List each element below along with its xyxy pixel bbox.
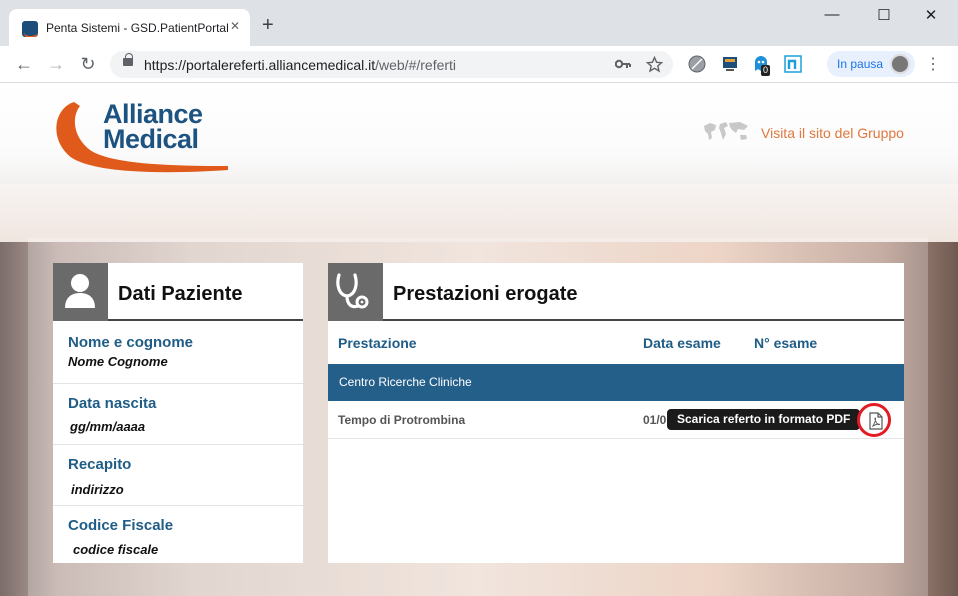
field-value: gg/mm/aaaa (70, 419, 146, 434)
stethoscope-icon (336, 273, 369, 309)
field-value: Nome Cognome (68, 354, 168, 369)
cell-service: Tempo di Protrombina (338, 413, 466, 427)
pdf-file-icon (869, 412, 883, 430)
alliance-medical-logo[interactable]: Alliance Medical (103, 101, 203, 154)
forward-button[interactable]: → (45, 53, 67, 75)
minimize-button[interactable]: — (817, 6, 847, 23)
user-icon-box (53, 263, 108, 321)
address-bar[interactable]: https://portalereferti.alliancemedical.i… (110, 51, 673, 78)
column-header-number[interactable]: N° esame (754, 335, 817, 351)
extension-badge: 0 (761, 65, 771, 76)
lock-icon[interactable] (123, 53, 133, 66)
column-header-service[interactable]: Prestazione (338, 335, 417, 351)
column-header-date[interactable]: Data esame (643, 335, 721, 351)
browser-titlebar: Penta Sistemi - GSD.PatientPortal ✕ + — … (0, 0, 958, 46)
field-label: Recapito (68, 456, 132, 473)
services-panel-title: Prestazioni erogate (393, 283, 578, 305)
visit-group-link[interactable]: Visita il sito del Gruppo (761, 125, 904, 141)
field-label: Nome e cognome (68, 334, 194, 351)
reload-button[interactable]: ↻ (77, 53, 99, 75)
tab-title: Penta Sistemi - GSD.PatientPortal (46, 21, 229, 35)
patient-field-address: Recapito indirizzo (53, 445, 303, 506)
field-label: Codice Fiscale (68, 517, 174, 534)
field-value: indirizzo (71, 482, 124, 497)
cell-date: 01/0 (643, 413, 667, 427)
world-map-icon (704, 122, 748, 140)
avatar (890, 54, 910, 74)
extension-n-icon[interactable] (784, 55, 802, 73)
tab-close-icon[interactable]: ✕ (227, 19, 243, 33)
profile-status: In pausa (837, 57, 884, 71)
url-text[interactable]: https://portalereferti.alliancemedical.i… (144, 57, 456, 73)
patient-panel-header: Dati Paziente (53, 263, 303, 321)
patient-panel-title: Dati Paziente (118, 283, 243, 305)
group-label: Centro Ricerche Cliniche (339, 375, 472, 389)
patient-panel: Dati Paziente Nome e cognome Nome Cognom… (53, 263, 303, 563)
extension-monitor-icon[interactable] (721, 55, 739, 73)
extension-ghostery-icon[interactable]: 0 (752, 55, 771, 76)
page: Alliance Medical Visita il sito del Grup… (0, 84, 958, 596)
stethoscope-icon-box (328, 263, 383, 321)
browser-tab[interactable]: Penta Sistemi - GSD.PatientPortal ✕ (9, 9, 250, 46)
field-label: Data nascita (68, 395, 157, 412)
url-host: https://portalereferti.alliancemedical.i… (144, 57, 376, 73)
key-icon[interactable] (615, 57, 631, 71)
url-path: /web/#/referti (375, 57, 457, 73)
services-panel-header: Prestazioni erogate (328, 263, 904, 321)
new-tab-button[interactable]: + (262, 15, 274, 35)
extension-compass-icon[interactable] (688, 55, 706, 73)
services-panel: Prestazioni erogate Prestazione Data esa… (328, 263, 904, 563)
profile-button[interactable]: In pausa (827, 51, 915, 77)
field-value: codice fiscale (73, 542, 159, 557)
maximize-button[interactable]: ☐ (869, 6, 899, 24)
user-icon (65, 274, 95, 308)
table-row: Tempo di Protrombina 01/0 Scarica refert… (328, 401, 904, 439)
patient-field-birthdate: Data nascita gg/mm/aaaa (53, 384, 303, 445)
patient-field-name: Nome e cognome Nome Cognome (53, 323, 303, 384)
back-button[interactable]: ← (13, 53, 35, 75)
favicon-icon (22, 21, 38, 37)
patient-field-tax-code: Codice Fiscale codice fiscale (53, 506, 303, 567)
logo-line-2: Medical (103, 124, 199, 154)
bookmark-star-icon[interactable] (646, 56, 663, 73)
header-band (0, 184, 958, 242)
group-row: Centro Ricerche Cliniche (328, 364, 904, 401)
pdf-tooltip: Scarica referto in formato PDF (667, 409, 868, 430)
close-window-button[interactable]: ✕ (916, 6, 946, 24)
download-pdf-button[interactable] (857, 403, 891, 437)
browser-menu-icon[interactable]: ⋮ (925, 54, 941, 74)
browser-toolbar: ← → ↻ https://portalereferti.alliancemed… (0, 46, 958, 83)
